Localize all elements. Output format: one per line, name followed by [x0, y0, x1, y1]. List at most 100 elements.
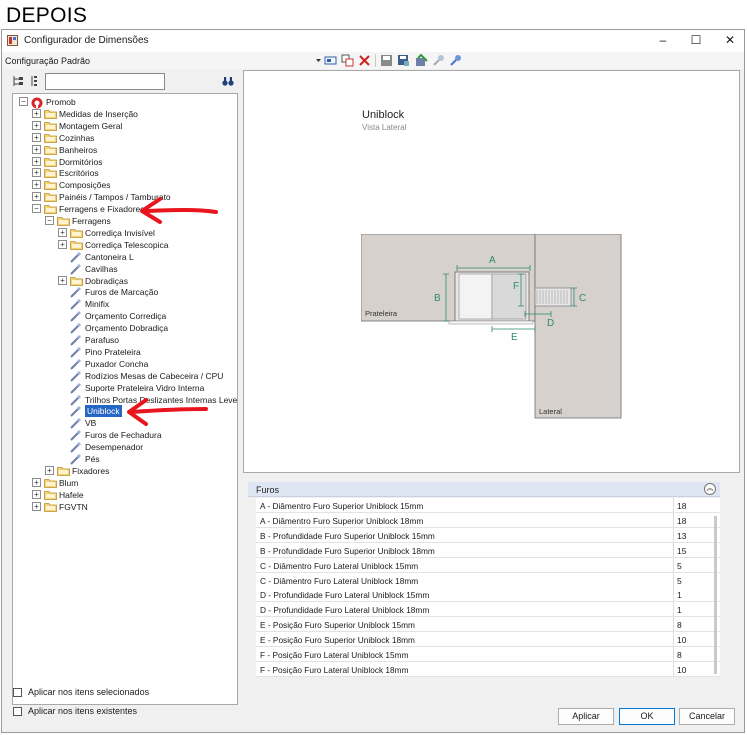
property-row[interactable]: F - Posição Furo Lateral Uniblock 18mm 10 — [256, 661, 720, 677]
tree-search-input[interactable] — [45, 73, 165, 90]
save-icon[interactable] — [380, 54, 393, 67]
property-row[interactable]: E - Posição Furo Superior Uniblock 15mm 8 — [256, 617, 720, 633]
property-row[interactable]: F - Posição Furo Lateral Uniblock 15mm 8 — [256, 647, 720, 662]
property-value-input[interactable]: 15 — [673, 542, 720, 557]
tree-item[interactable]: + Medidas de Inserção — [13, 108, 237, 120]
delete-icon[interactable] — [358, 54, 371, 67]
collapse-group-icon[interactable]: ︽ — [704, 483, 716, 495]
tree-item[interactable]: Orçamento Dobradiça — [13, 322, 237, 334]
tree-item[interactable]: + Fixadores — [13, 465, 237, 477]
tree-item[interactable]: + Dormitórios — [13, 156, 237, 168]
tree-item[interactable]: + Composições — [13, 179, 237, 191]
tree-item[interactable]: Desempenador — [13, 441, 237, 453]
tree-item[interactable]: Puxador Concha — [13, 358, 237, 370]
expand-icon[interactable]: + — [32, 108, 41, 118]
tree-item[interactable]: Furos de Marcação — [13, 286, 237, 299]
binoculars-search-icon[interactable] — [222, 75, 234, 87]
expand-icon[interactable]: + — [32, 489, 41, 499]
new-config-icon[interactable] — [324, 54, 337, 67]
tree-item[interactable]: + Banheiros — [13, 144, 237, 156]
ok-button[interactable]: OK — [619, 708, 675, 725]
tree-item[interactable]: + Montagem Geral — [13, 120, 237, 132]
collapse-icon[interactable]: − — [32, 204, 41, 214]
tree-root-item[interactable]: − Promob — [13, 96, 237, 109]
expand-icon[interactable]: + — [58, 275, 67, 285]
tree-item-label: Promob — [46, 97, 76, 107]
minimize-button[interactable]: – — [652, 32, 674, 49]
save-as-icon[interactable] — [397, 54, 410, 67]
maximize-button[interactable]: ☐ — [685, 32, 707, 49]
collapse-icon[interactable]: − — [19, 97, 28, 106]
property-group-header[interactable]: Furos ︽ — [248, 482, 720, 497]
tree-item[interactable]: Pés — [13, 453, 237, 465]
property-value-input[interactable]: 10 — [673, 661, 720, 676]
collapse-tree-icon[interactable] — [29, 75, 41, 87]
apply-button[interactable]: Aplicar — [558, 708, 614, 725]
expand-icon[interactable]: + — [32, 192, 41, 202]
tree-item-label: Suporte Prateleira Vidro Interna — [85, 382, 205, 393]
tree-item[interactable]: + Cozinhas — [13, 132, 237, 144]
expand-icon[interactable]: + — [32, 120, 41, 130]
tree-item[interactable]: + Escritórios — [13, 167, 237, 179]
tree-item[interactable]: + Hafele — [13, 489, 237, 501]
property-value-input[interactable]: 5 — [673, 557, 720, 572]
expand-icon[interactable]: + — [32, 144, 41, 154]
property-row[interactable]: D - Profundidade Furo Lateral Uniblock 1… — [256, 602, 720, 618]
property-value-input[interactable]: 18 — [673, 512, 720, 527]
expand-icon[interactable]: + — [32, 477, 41, 487]
tree-item[interactable]: Rodízios Mesas de Cabeceira / CPU — [13, 370, 237, 382]
collapse-icon[interactable]: − — [45, 216, 54, 225]
tree-item[interactable]: Cantoneira L — [13, 251, 237, 263]
property-name: F - Posição Furo Lateral Uniblock 18mm — [260, 664, 409, 675]
copy-config-icon[interactable] — [341, 54, 354, 67]
property-row[interactable]: B - Profundidade Furo Superior Uniblock … — [256, 542, 720, 558]
property-value-input[interactable]: 8 — [673, 647, 720, 661]
tree-item[interactable]: Pino Prateleira — [13, 346, 237, 358]
tree-item[interactable]: Orçamento Corrediça — [13, 310, 237, 322]
property-row[interactable]: A - Diâmentro Furo Superior Uniblock 18m… — [256, 512, 720, 528]
tree-item[interactable]: + Dobradiças — [13, 275, 237, 287]
tree-item[interactable]: + FGVTN — [13, 501, 237, 513]
property-row[interactable]: E - Posição Furo Superior Uniblock 18mm 1… — [256, 632, 720, 648]
expand-icon[interactable]: + — [32, 501, 41, 511]
expand-icon[interactable]: + — [58, 239, 67, 249]
tree-item[interactable]: Parafuso — [13, 334, 237, 346]
property-value-input[interactable]: 1 — [673, 602, 720, 617]
property-row[interactable]: C - Diâmentro Furo Lateral Uniblock 15mm… — [256, 557, 720, 573]
cancel-button[interactable]: Cancelar — [679, 708, 735, 725]
expand-icon[interactable]: + — [45, 465, 54, 475]
property-row[interactable]: C - Diâmentro Furo Lateral Uniblock 18mm… — [256, 572, 720, 588]
property-value-input[interactable]: 18 — [673, 498, 720, 512]
dimension-label-e: E — [511, 332, 518, 343]
tree-item[interactable]: Minifix — [13, 298, 237, 311]
tree-item[interactable]: + Corrediça Invisível — [13, 227, 237, 239]
property-value-input[interactable]: 1 — [673, 587, 720, 602]
expand-icon[interactable]: + — [32, 180, 41, 190]
property-value-input[interactable]: 10 — [673, 632, 720, 647]
tree-item[interactable]: + Corrediça Telescopica — [13, 239, 237, 251]
tree-item[interactable]: + Blum — [13, 477, 237, 489]
property-row[interactable]: D - Profundidade Furo Lateral Uniblock 1… — [256, 587, 720, 603]
close-window-button[interactable]: ✕ — [719, 32, 741, 49]
apply-existing-checkbox[interactable] — [13, 707, 22, 716]
tree-item[interactable]: Suporte Prateleira Vidro Interna — [13, 382, 237, 394]
import-icon[interactable] — [432, 54, 445, 67]
property-value-input[interactable]: 8 — [673, 617, 720, 632]
export-icon[interactable] — [449, 54, 462, 67]
expand-tree-icon[interactable] — [12, 75, 24, 87]
property-name: C - Diâmentro Furo Lateral Uniblock 15mm — [260, 560, 419, 571]
expand-icon[interactable]: + — [32, 168, 41, 178]
property-grid-scrollbar[interactable] — [714, 516, 717, 674]
apply-selected-checkbox[interactable] — [13, 688, 22, 697]
property-value-input[interactable]: 13 — [673, 527, 720, 542]
property-row[interactable]: A - Diâmentro Furo Superior Uniblock 15m… — [256, 498, 720, 513]
property-row[interactable]: B - Profundidade Furo Superior Uniblock … — [256, 527, 720, 543]
expand-icon[interactable]: + — [32, 132, 41, 142]
expand-icon[interactable]: + — [32, 156, 41, 166]
tree-item-label: Composições — [59, 180, 111, 191]
tree-item[interactable]: Furos de Fechadura — [13, 429, 237, 441]
property-value-input[interactable]: 5 — [673, 572, 720, 587]
tree-item[interactable]: Cavilhas — [13, 263, 237, 275]
expand-icon[interactable]: + — [58, 227, 67, 237]
apply-config-icon[interactable] — [415, 54, 428, 67]
